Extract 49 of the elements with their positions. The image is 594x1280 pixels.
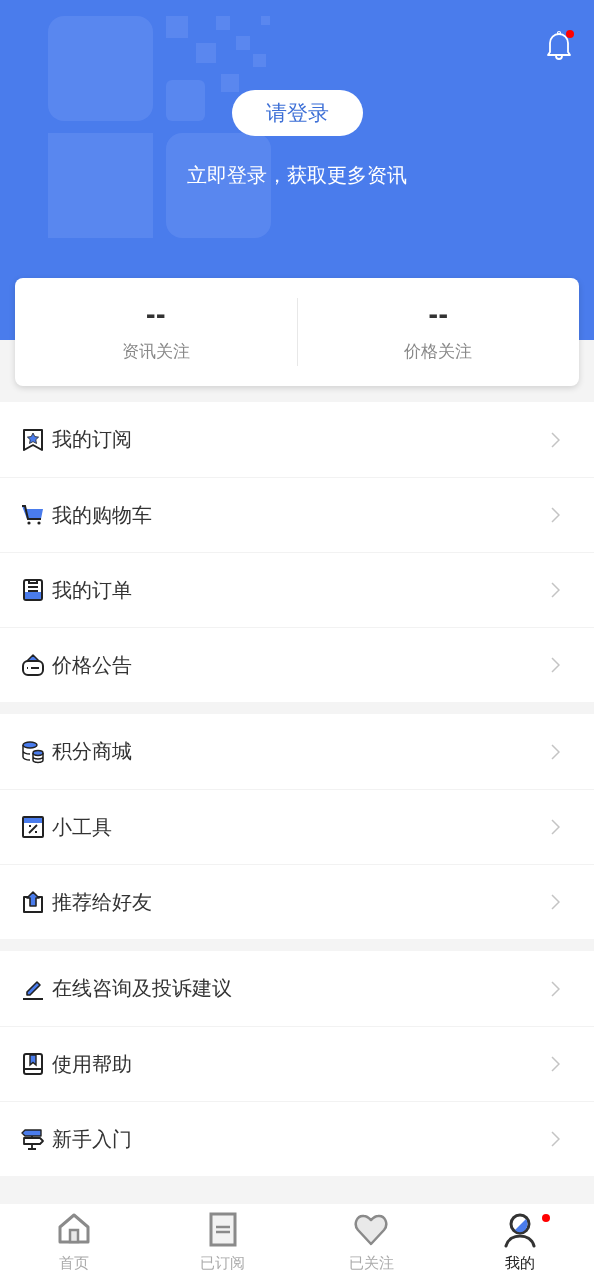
bookmark-star-icon bbox=[21, 427, 45, 452]
menu-item[interactable]: 使用帮助 bbox=[0, 1026, 594, 1101]
chevron-right-icon bbox=[551, 431, 560, 448]
stat-value: -- bbox=[428, 301, 449, 328]
chevron-right-icon bbox=[551, 657, 560, 673]
chevron-right-icon bbox=[551, 819, 560, 835]
clipboard-icon bbox=[21, 578, 45, 602]
chevron-right-icon bbox=[551, 1131, 560, 1147]
share-upload-icon bbox=[21, 890, 45, 914]
heart-icon bbox=[353, 1212, 390, 1248]
stat-value: -- bbox=[145, 301, 166, 328]
menu-label: 小工具 bbox=[52, 813, 113, 841]
menu-item[interactable]: 我的订单 bbox=[0, 552, 594, 627]
menu-label: 新手入门 bbox=[52, 1125, 133, 1153]
menu-label: 在线咨询及投诉建议 bbox=[52, 975, 233, 1002]
menu-item[interactable]: 在线咨询及投诉建议 bbox=[0, 951, 594, 1026]
book-icon bbox=[21, 1052, 45, 1076]
bell-icon[interactable] bbox=[546, 30, 572, 60]
menu-item[interactable]: 价格公告 bbox=[0, 627, 594, 702]
signpost-icon bbox=[21, 1127, 45, 1151]
menu-label: 我的订阅 bbox=[52, 426, 133, 453]
tab-item[interactable]: 我的 bbox=[445, 1204, 594, 1280]
chevron-right-icon bbox=[551, 980, 560, 997]
menu-item[interactable]: 我的订阅 bbox=[0, 402, 594, 477]
menu-label: 我的订单 bbox=[52, 576, 133, 604]
menu-label: 我的购物车 bbox=[52, 501, 153, 529]
menu-item[interactable]: 推荐给好友 bbox=[0, 864, 594, 939]
calculator-icon bbox=[21, 815, 45, 839]
notification-badge bbox=[541, 1214, 550, 1222]
login-button[interactable]: 请登录 bbox=[231, 90, 363, 136]
menu-label: 使用帮助 bbox=[52, 1050, 133, 1078]
chevron-right-icon bbox=[551, 743, 560, 760]
menu-item[interactable]: 我的购物车 bbox=[0, 477, 594, 552]
menu-item[interactable]: 新手入门 bbox=[0, 1101, 594, 1176]
menu-label: 价格公告 bbox=[52, 651, 133, 679]
cart-icon bbox=[21, 503, 45, 527]
chevron-right-icon bbox=[551, 894, 560, 910]
menu-label: 推荐给好友 bbox=[52, 888, 153, 916]
menu-label: 积分商城 bbox=[52, 738, 133, 765]
stat-label: 资讯关注 bbox=[121, 339, 190, 363]
chevron-right-icon bbox=[551, 507, 560, 523]
box-icon bbox=[21, 653, 45, 677]
chevron-right-icon bbox=[551, 582, 560, 598]
login-prompt: 立即登录，获取更多资讯 bbox=[187, 162, 407, 189]
menu-item[interactable]: 小工具 bbox=[0, 789, 594, 864]
menu-item[interactable]: 积分商城 bbox=[0, 714, 594, 789]
coins-icon bbox=[21, 739, 45, 764]
chevron-right-icon bbox=[551, 1056, 560, 1072]
stat-label: 价格关注 bbox=[404, 339, 473, 363]
